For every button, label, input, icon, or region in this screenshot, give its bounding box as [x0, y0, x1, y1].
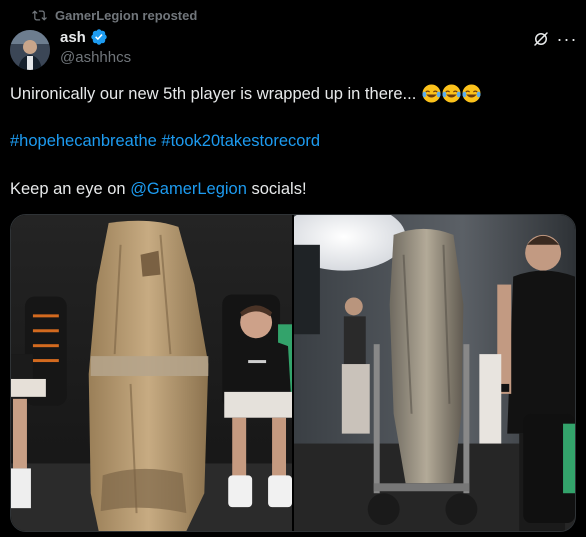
photo-left[interactable]	[11, 215, 292, 531]
hashtag-link[interactable]: #took20takestorecord	[161, 132, 320, 150]
post-text-line-3: Keep an eye on @GamerLegion socials!	[10, 178, 576, 200]
grok-icon	[534, 32, 548, 46]
repost-icon	[32, 9, 47, 21]
photo-right-image	[294, 215, 575, 531]
post-text: Unironically our new 5th player is wrapp…	[10, 85, 417, 103]
photo-right[interactable]	[294, 215, 575, 531]
post-text: Keep an eye on	[10, 180, 131, 198]
author-display-name[interactable]: ash	[60, 29, 86, 46]
photo-left-image	[11, 215, 292, 531]
repost-text: GamerLegion reposted	[55, 7, 198, 23]
grok-button[interactable]	[530, 28, 552, 50]
author-name-row[interactable]: ash	[60, 28, 108, 46]
more-icon: ···	[556, 28, 578, 49]
repost-indicator[interactable]: GamerLegion reposted	[32, 6, 197, 24]
verified-badge-icon	[90, 28, 108, 46]
avatar[interactable]	[10, 30, 50, 70]
media-grid	[10, 214, 576, 532]
post-text: socials!	[246, 180, 307, 198]
post-text-line-2: #hopehecanbreathe #took20takestorecord	[10, 130, 576, 152]
avatar-image	[10, 30, 50, 70]
face-with-tears-of-joy-icon	[421, 84, 481, 103]
more-options-button[interactable]: ···	[556, 28, 578, 50]
post-text-line-1: Unironically our new 5th player is wrapp…	[10, 83, 576, 105]
author-handle[interactable]: @ashhhcs	[60, 49, 131, 66]
mention-link[interactable]: @GamerLegion	[130, 180, 247, 198]
hashtag-link[interactable]: #hopehecanbreathe	[10, 132, 157, 150]
